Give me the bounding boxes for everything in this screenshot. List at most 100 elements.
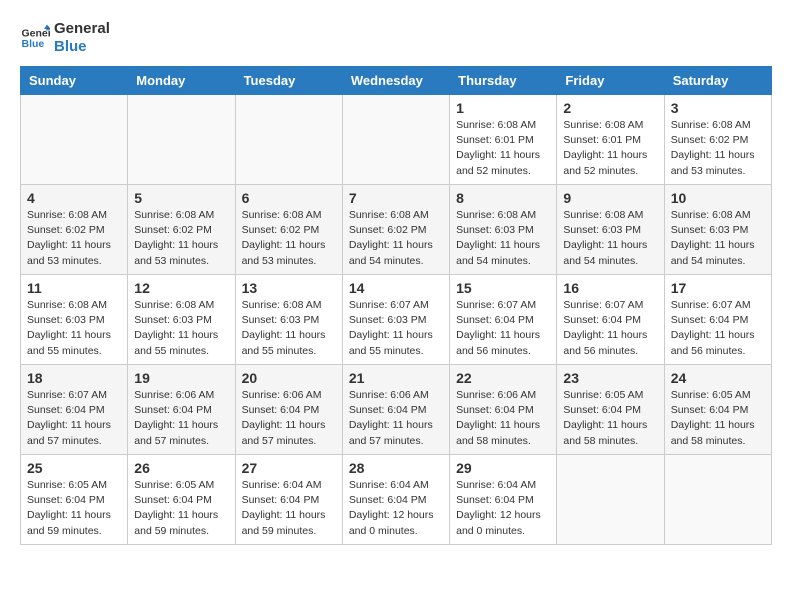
day-info: Sunrise: 6:08 AMSunset: 6:03 PMDaylight:… — [671, 208, 765, 269]
calendar-cell: 10 Sunrise: 6:08 AMSunset: 6:03 PMDayligh… — [664, 185, 771, 275]
calendar-cell: 20 Sunrise: 6:06 AMSunset: 6:04 PMDayligh… — [235, 365, 342, 455]
day-number: 12 — [134, 280, 228, 296]
day-number: 10 — [671, 190, 765, 206]
day-info: Sunrise: 6:08 AMSunset: 6:01 PMDaylight:… — [563, 118, 657, 179]
calendar-cell — [664, 455, 771, 545]
header-wednesday: Wednesday — [342, 67, 449, 95]
calendar-cell: 8 Sunrise: 6:08 AMSunset: 6:03 PMDaylight… — [450, 185, 557, 275]
logo-icon: General Blue — [20, 23, 50, 53]
day-number: 19 — [134, 370, 228, 386]
day-info: Sunrise: 6:08 AMSunset: 6:01 PMDaylight:… — [456, 118, 550, 179]
day-number: 18 — [27, 370, 121, 386]
day-info: Sunrise: 6:06 AMSunset: 6:04 PMDaylight:… — [456, 388, 550, 449]
header-friday: Friday — [557, 67, 664, 95]
calendar-cell: 25 Sunrise: 6:05 AMSunset: 6:04 PMDayligh… — [21, 455, 128, 545]
calendar-cell: 16 Sunrise: 6:07 AMSunset: 6:04 PMDayligh… — [557, 275, 664, 365]
day-info: Sunrise: 6:08 AMSunset: 6:02 PMDaylight:… — [349, 208, 443, 269]
calendar-cell — [128, 95, 235, 185]
day-info: Sunrise: 6:08 AMSunset: 6:02 PMDaylight:… — [671, 118, 765, 179]
day-number: 24 — [671, 370, 765, 386]
header-row: SundayMondayTuesdayWednesdayThursdayFrid… — [21, 67, 772, 95]
day-number: 20 — [242, 370, 336, 386]
day-number: 28 — [349, 460, 443, 476]
day-number: 23 — [563, 370, 657, 386]
day-info: Sunrise: 6:06 AMSunset: 6:04 PMDaylight:… — [242, 388, 336, 449]
calendar-cell: 29Sunrise: 6:04 AMSunset: 6:04 PMDayligh… — [450, 455, 557, 545]
calendar-cell: 18 Sunrise: 6:07 AMSunset: 6:04 PMDayligh… — [21, 365, 128, 455]
calendar-cell: 9Sunrise: 6:08 AMSunset: 6:03 PMDaylight… — [557, 185, 664, 275]
day-number: 16 — [563, 280, 657, 296]
day-info: Sunrise: 6:05 AMSunset: 6:04 PMDaylight:… — [671, 388, 765, 449]
day-info: Sunrise: 6:05 AMSunset: 6:04 PMDaylight:… — [27, 478, 121, 539]
calendar-cell: 24 Sunrise: 6:05 AMSunset: 6:04 PMDayligh… — [664, 365, 771, 455]
day-number: 7 — [349, 190, 443, 206]
calendar-cell: 1 Sunrise: 6:08 AMSunset: 6:01 PMDaylight… — [450, 95, 557, 185]
day-number: 13 — [242, 280, 336, 296]
day-info: Sunrise: 6:04 AMSunset: 6:04 PMDaylight:… — [242, 478, 336, 539]
day-number: 3 — [671, 100, 765, 116]
day-number: 29 — [456, 460, 550, 476]
week-row-2: 4 Sunrise: 6:08 AMSunset: 6:02 PMDaylight… — [21, 185, 772, 275]
day-number: 14 — [349, 280, 443, 296]
calendar-table: SundayMondayTuesdayWednesdayThursdayFrid… — [20, 66, 772, 545]
calendar-cell: 26 Sunrise: 6:05 AMSunset: 6:04 PMDayligh… — [128, 455, 235, 545]
calendar-cell: 14Sunrise: 6:07 AMSunset: 6:03 PMDayligh… — [342, 275, 449, 365]
calendar-cell: 7 Sunrise: 6:08 AMSunset: 6:02 PMDaylight… — [342, 185, 449, 275]
day-info: Sunrise: 6:07 AMSunset: 6:04 PMDaylight:… — [456, 298, 550, 359]
calendar-cell: 3 Sunrise: 6:08 AMSunset: 6:02 PMDaylight… — [664, 95, 771, 185]
day-info: Sunrise: 6:08 AMSunset: 6:02 PMDaylight:… — [27, 208, 121, 269]
day-info: Sunrise: 6:08 AMSunset: 6:02 PMDaylight:… — [242, 208, 336, 269]
calendar-cell: 5 Sunrise: 6:08 AMSunset: 6:02 PMDaylight… — [128, 185, 235, 275]
day-number: 17 — [671, 280, 765, 296]
day-number: 1 — [456, 100, 550, 116]
week-row-4: 18 Sunrise: 6:07 AMSunset: 6:04 PMDayligh… — [21, 365, 772, 455]
calendar-cell: 21 Sunrise: 6:06 AMSunset: 6:04 PMDayligh… — [342, 365, 449, 455]
day-info: Sunrise: 6:07 AMSunset: 6:04 PMDaylight:… — [671, 298, 765, 359]
day-info: Sunrise: 6:08 AMSunset: 6:03 PMDaylight:… — [456, 208, 550, 269]
page-header: General Blue General Blue — [20, 20, 772, 56]
calendar-cell: 15 Sunrise: 6:07 AMSunset: 6:04 PMDayligh… — [450, 275, 557, 365]
week-row-5: 25 Sunrise: 6:05 AMSunset: 6:04 PMDayligh… — [21, 455, 772, 545]
calendar-cell: 11 Sunrise: 6:08 AMSunset: 6:03 PMDayligh… — [21, 275, 128, 365]
day-number: 21 — [349, 370, 443, 386]
day-info: Sunrise: 6:05 AMSunset: 6:04 PMDaylight:… — [134, 478, 228, 539]
logo: General Blue General Blue — [20, 20, 110, 56]
header-thursday: Thursday — [450, 67, 557, 95]
calendar-cell: 23 Sunrise: 6:05 AMSunset: 6:04 PMDayligh… — [557, 365, 664, 455]
day-number: 9 — [563, 190, 657, 206]
day-info: Sunrise: 6:08 AMSunset: 6:03 PMDaylight:… — [134, 298, 228, 359]
day-number: 15 — [456, 280, 550, 296]
day-info: Sunrise: 6:08 AMSunset: 6:03 PMDaylight:… — [242, 298, 336, 359]
calendar-cell — [557, 455, 664, 545]
day-number: 27 — [242, 460, 336, 476]
day-number: 4 — [27, 190, 121, 206]
day-info: Sunrise: 6:06 AMSunset: 6:04 PMDaylight:… — [134, 388, 228, 449]
day-number: 5 — [134, 190, 228, 206]
day-info: Sunrise: 6:04 AMSunset: 6:04 PMDaylight:… — [349, 478, 443, 539]
day-info: Sunrise: 6:06 AMSunset: 6:04 PMDaylight:… — [349, 388, 443, 449]
calendar-cell: 6 Sunrise: 6:08 AMSunset: 6:02 PMDaylight… — [235, 185, 342, 275]
day-number: 6 — [242, 190, 336, 206]
calendar-cell: 4 Sunrise: 6:08 AMSunset: 6:02 PMDaylight… — [21, 185, 128, 275]
day-info: Sunrise: 6:07 AMSunset: 6:04 PMDaylight:… — [27, 388, 121, 449]
logo-text-general: General — [54, 20, 110, 38]
header-sunday: Sunday — [21, 67, 128, 95]
calendar-cell — [21, 95, 128, 185]
day-info: Sunrise: 6:08 AMSunset: 6:03 PMDaylight:… — [27, 298, 121, 359]
day-info: Sunrise: 6:08 AMSunset: 6:02 PMDaylight:… — [134, 208, 228, 269]
calendar-cell: 27 Sunrise: 6:04 AMSunset: 6:04 PMDayligh… — [235, 455, 342, 545]
calendar-cell — [342, 95, 449, 185]
calendar-cell: 12 Sunrise: 6:08 AMSunset: 6:03 PMDayligh… — [128, 275, 235, 365]
week-row-3: 11 Sunrise: 6:08 AMSunset: 6:03 PMDayligh… — [21, 275, 772, 365]
calendar-cell: 2Sunrise: 6:08 AMSunset: 6:01 PMDaylight… — [557, 95, 664, 185]
day-number: 25 — [27, 460, 121, 476]
day-info: Sunrise: 6:05 AMSunset: 6:04 PMDaylight:… — [563, 388, 657, 449]
day-number: 26 — [134, 460, 228, 476]
day-number: 8 — [456, 190, 550, 206]
day-number: 11 — [27, 280, 121, 296]
day-info: Sunrise: 6:07 AMSunset: 6:04 PMDaylight:… — [563, 298, 657, 359]
calendar-cell: 19 Sunrise: 6:06 AMSunset: 6:04 PMDayligh… — [128, 365, 235, 455]
calendar-cell — [235, 95, 342, 185]
calendar-cell: 13 Sunrise: 6:08 AMSunset: 6:03 PMDayligh… — [235, 275, 342, 365]
svg-text:Blue: Blue — [22, 38, 45, 50]
